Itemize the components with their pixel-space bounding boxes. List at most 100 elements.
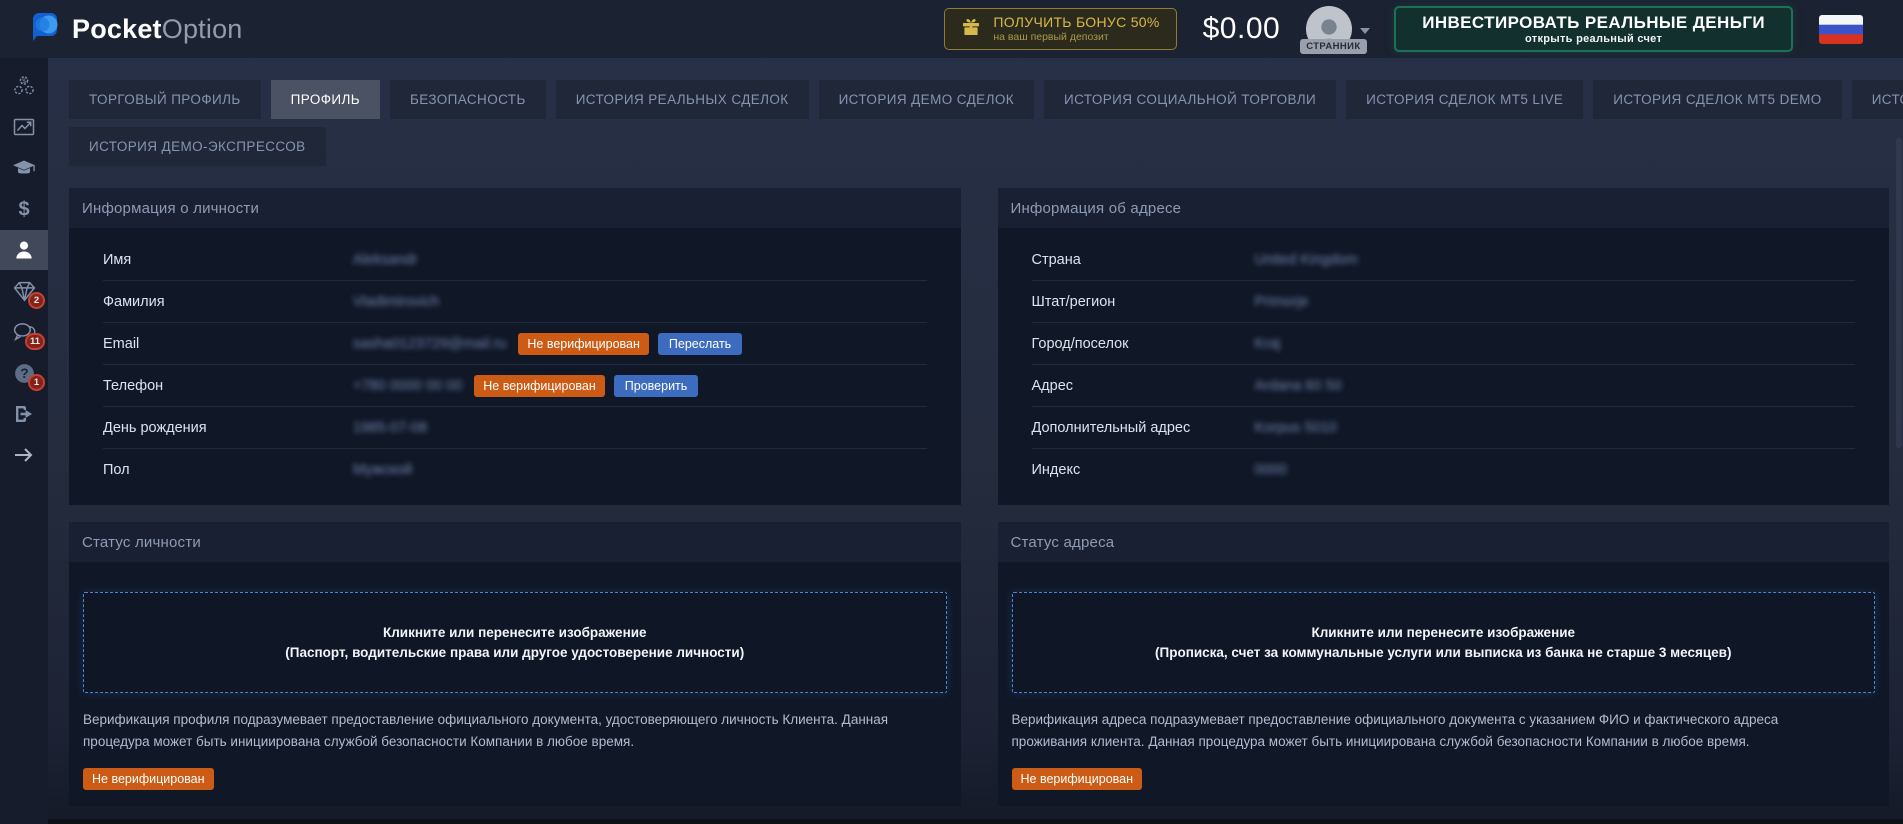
pocket-option-logo-text: PocketOption <box>72 14 243 45</box>
tab-real-trades-history[interactable]: ИСТОРИЯ РЕАЛЬНЫХ СДЕЛОК <box>556 80 809 119</box>
sidebar-item-finance[interactable]: $ <box>0 189 48 229</box>
address-status-body: Кликните или перенесите изображение (Про… <box>998 562 1890 806</box>
dropzone-line2: (Прописка, счет за коммунальные услуги и… <box>1155 645 1731 660</box>
row-label: День рождения <box>103 420 353 436</box>
row-label: Пол <box>103 462 353 478</box>
email-not-verified-badge: Не верифицирован <box>518 333 649 355</box>
sidebar-item-achievements[interactable]: 2 <box>0 271 48 311</box>
user-menu[interactable]: СТРАННИК <box>1306 4 1368 54</box>
logo-part-option: Option <box>162 14 243 44</box>
row-value-redacted: 0000 <box>1255 462 1287 478</box>
row-zip: Индекс 0000 <box>1032 449 1856 491</box>
row-first-name: Имя Aleksandr <box>103 239 927 281</box>
row-birthday: День рождения 1985-07-08 <box>103 407 927 449</box>
row-value-redacted: sasha0123729@mail.ru <box>353 336 506 352</box>
row-gender: Пол Мужской <box>103 449 927 491</box>
row-address: Адрес Ardana 60 50 <box>1032 365 1856 407</box>
address-document-dropzone[interactable]: Кликните или перенесите изображение (Про… <box>1012 592 1876 693</box>
tab-trading-profile[interactable]: ТОРГОВЫЙ ПРОФИЛЬ <box>69 80 261 119</box>
row-label: Email <box>103 336 353 352</box>
bonus-subtitle: на ваш первый депозит <box>993 31 1159 44</box>
row-value-redacted: Ardana 60 50 <box>1255 378 1342 394</box>
chart-icon <box>12 115 36 139</box>
row-value-redacted: +780 0000 00 00 <box>353 378 462 394</box>
address-rows: Страна United Kingdom Штат/регион Primor… <box>998 228 1890 505</box>
sidebar-item-social-trading[interactable]: $ <box>0 66 48 106</box>
gift-icon <box>961 17 981 42</box>
sidebar-item-collapse[interactable] <box>0 435 48 475</box>
address-info-panel: Информация об адресе Страна United Kingd… <box>998 188 1890 505</box>
identity-document-dropzone[interactable]: Кликните или перенесите изображение (Пас… <box>83 592 947 693</box>
identity-status-panel: Статус личности Кликните или перенесите … <box>69 522 961 806</box>
gears-cluster-icon: $ <box>12 74 36 98</box>
get-bonus-button[interactable]: ПОЛУЧИТЬ БОНУС 50% на ваш первый депозит <box>944 8 1176 50</box>
phone-not-verified-badge: Не верифицирован <box>474 375 605 397</box>
tab-demo-trades-history[interactable]: ИСТОРИЯ ДЕМО СДЕЛОК <box>819 80 1034 119</box>
svg-text:$: $ <box>18 199 29 221</box>
pocket-option-logo-icon <box>28 10 62 49</box>
chevron-down-icon <box>1360 28 1370 34</box>
tab-demo-express-history[interactable]: ИСТОРИЯ ДЕМО-ЭКСПРЕССОВ <box>69 127 326 166</box>
sidebar-item-support[interactable]: ? 1 <box>0 353 48 393</box>
tab-real-express-history[interactable]: ИСТОРИЯ РЕАЛЬНЫХ ЭКСПРЕССОВ <box>1852 80 1903 119</box>
graduation-cap-icon <box>12 156 36 180</box>
row-state: Штат/регион Primorje <box>1032 281 1856 323</box>
row-label: Штат/регион <box>1032 294 1255 310</box>
top-header: PocketOption ПОЛУЧИТЬ БОНУС 50% на ваш п… <box>0 0 1903 58</box>
bottom-edge <box>0 819 1903 824</box>
tab-social-trading-history[interactable]: ИСТОРИЯ СОЦИАЛЬНОЙ ТОРГОВЛИ <box>1044 80 1336 119</box>
app-root: PocketOption ПОЛУЧИТЬ БОНУС 50% на ваш п… <box>0 0 1903 824</box>
bonus-title: ПОЛУЧИТЬ БОНУС 50% <box>993 14 1159 32</box>
sidebar-item-logout[interactable] <box>0 394 48 434</box>
sidebar-item-chat[interactable]: 11 <box>0 312 48 352</box>
dropzone-line2: (Паспорт, водительские права или другое … <box>285 645 744 660</box>
bonus-text: ПОЛУЧИТЬ БОНУС 50% на ваш первый депозит <box>993 14 1159 45</box>
svg-text:?: ? <box>20 366 28 381</box>
resend-email-button[interactable]: Переслать <box>658 333 742 355</box>
row-label: Фамилия <box>103 294 353 310</box>
row-value-redacted: Korpus 5010 <box>1255 420 1337 436</box>
tab-security[interactable]: БЕЗОПАСНОСТЬ <box>390 80 546 119</box>
logo-part-pocket: Pocket <box>72 14 162 44</box>
row-last-name: Фамилия Vladimirovich <box>103 281 927 323</box>
row-phone: Телефон +780 0000 00 00 Не верифицирован… <box>103 365 927 407</box>
pocket-option-logo[interactable]: PocketOption <box>28 10 243 49</box>
identity-not-verified-badge: Не верифицирован <box>83 768 214 790</box>
row-value-redacted: Vladimirovich <box>353 294 439 310</box>
sidebar-item-trading[interactable] <box>0 107 48 147</box>
row-label: Имя <box>103 252 353 268</box>
row-label: Телефон <box>103 378 353 394</box>
tab-mt5-demo-history[interactable]: ИСТОРИЯ СДЕЛОК MT5 DEMO <box>1593 80 1841 119</box>
language-flag-russia[interactable] <box>1819 15 1863 44</box>
logout-icon <box>12 402 36 426</box>
rank-badge: СТРАННИК <box>1300 39 1366 54</box>
support-count-badge: 1 <box>28 374 45 391</box>
identity-status-body: Кликните или перенесите изображение (Пас… <box>69 562 961 806</box>
tab-mt5-live-history[interactable]: ИСТОРИЯ СДЕЛОК MT5 LIVE <box>1346 80 1583 119</box>
row-label: Страна <box>1032 252 1255 268</box>
row-label: Город/поселок <box>1032 336 1255 352</box>
address-not-verified-badge: Не верифицирован <box>1012 768 1143 790</box>
sidebar-item-profile[interactable] <box>0 230 48 270</box>
row-address2: Дополнительный адрес Korpus 5010 <box>1032 407 1856 449</box>
row-label: Дополнительный адрес <box>1032 420 1255 436</box>
row-value-redacted: United Kingdom <box>1255 252 1358 268</box>
row-country: Страна United Kingdom <box>1032 239 1856 281</box>
address-status-badge-wrap: Не верифицирован <box>1012 768 1876 790</box>
verify-phone-button[interactable]: Проверить <box>614 375 699 397</box>
tabs-row-2: ИСТОРИЯ ДЕМО-ЭКСПРЕССОВ <box>69 127 1894 166</box>
row-extras: Не верифицирован Проверить <box>474 375 698 397</box>
invest-real-money-button[interactable]: ИНВЕСТИРОВАТЬ РЕАЛЬНЫЕ ДЕНЬГИ открыть ре… <box>1394 6 1793 52</box>
tab-profile[interactable]: ПРОФИЛЬ <box>271 80 380 119</box>
dropzone-line1: Кликните или перенесите изображение <box>383 625 647 640</box>
identity-status-badge-wrap: Не верифицирован <box>83 768 947 790</box>
identity-status-description: Верификация профиля подразумевает предос… <box>83 709 912 753</box>
identity-info-panel: Информация о личности Имя Aleksandr Фами… <box>69 188 961 505</box>
row-value-redacted: Aleksandr <box>353 252 417 268</box>
tabs-row-1: ТОРГОВЫЙ ПРОФИЛЬ ПРОФИЛЬ БЕЗОПАСНОСТЬ ИС… <box>69 80 1894 119</box>
sidebar-item-education[interactable] <box>0 148 48 188</box>
row-value-redacted: 1985-07-08 <box>353 420 427 436</box>
person-icon <box>12 238 36 262</box>
address-info-title: Информация об адресе <box>998 188 1890 228</box>
vertical-scrollbar-thumb[interactable] <box>1896 138 1902 448</box>
